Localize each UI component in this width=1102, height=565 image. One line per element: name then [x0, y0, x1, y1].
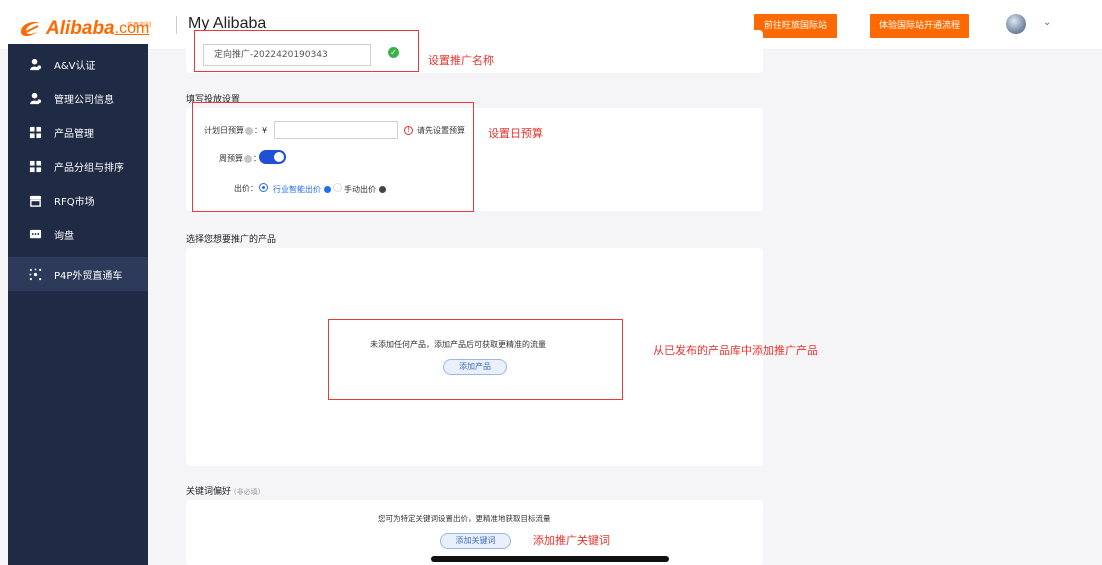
open-flow-button[interactable]: 体验国际站开通流程 [870, 14, 969, 38]
user-icon [28, 57, 42, 71]
sidebar: A&V认证 管理公司信息 产品管理 产品分组与排序 RFQ市场 询盘 P4P外贸… [8, 44, 148, 565]
chevron-down-icon[interactable]: ⌄ [1043, 17, 1051, 28]
sidebar-item-label: 询盘 [54, 230, 74, 242]
keywords-title-text: 关键词偏好 [186, 487, 232, 497]
sidebar-item-label: 产品分组与排序 [54, 162, 124, 174]
products-title: 选择您想要推广的产品 [186, 235, 277, 245]
sidebar-item-label: 管理公司信息 [54, 94, 114, 106]
keywords-hint: 您可为特定关键词设置出价，更精准地获取目标流量 [378, 514, 551, 523]
keywords-optional: (非必填) [233, 488, 261, 496]
go-international-button[interactable]: 前往旺旅国际站 [754, 14, 837, 38]
sidebar-item-product-groups[interactable]: 产品分组与排序 [8, 149, 148, 183]
sidebar-item-av-cert[interactable]: A&V认证 [8, 47, 148, 81]
annotation-box-budget [192, 102, 474, 212]
grid-icon [28, 159, 42, 173]
sidebar-item-p4p[interactable]: P4P外贸直通车 [8, 257, 148, 291]
annotation-box-products [328, 319, 623, 400]
sidebar-item-products[interactable]: 产品管理 [8, 115, 148, 149]
sidebar-item-label: RFQ市场 [54, 196, 95, 208]
sidebar-item-label: P4P外贸直通车 [54, 270, 123, 282]
store-icon [28, 193, 42, 207]
user-icon [28, 91, 42, 105]
network-icon [28, 267, 42, 281]
sidebar-item-label: A&V认证 [54, 60, 96, 72]
annotation-budget: 设置日预算 [488, 127, 543, 140]
annotation-name: 设置推广名称 [428, 54, 494, 67]
sidebar-item-company-info[interactable]: 管理公司信息 [8, 81, 148, 115]
chat-icon [28, 227, 42, 241]
sidebar-item-label: 产品管理 [54, 128, 94, 140]
add-keyword-button[interactable]: 添加关键词 [440, 533, 511, 549]
grid-icon [28, 125, 42, 139]
sidebar-item-rfq[interactable]: RFQ市场 [8, 183, 148, 217]
annotation-products: 从已发布的产品库中添加推广产品 [653, 344, 818, 357]
logo-subtitle: 仿真实训 [127, 22, 152, 29]
header-divider [176, 16, 177, 34]
home-indicator [431, 556, 669, 562]
annotation-box-name [194, 30, 419, 72]
sidebar-item-inquiry[interactable]: 询盘 [8, 217, 148, 251]
avatar[interactable] [1006, 14, 1026, 34]
keywords-title: 关键词偏好 (非必填) [186, 484, 260, 497]
alibaba-logo-icon [18, 18, 44, 40]
logo-text: Alibaba [46, 18, 115, 39]
annotation-keywords: 添加推广关键词 [533, 534, 610, 547]
